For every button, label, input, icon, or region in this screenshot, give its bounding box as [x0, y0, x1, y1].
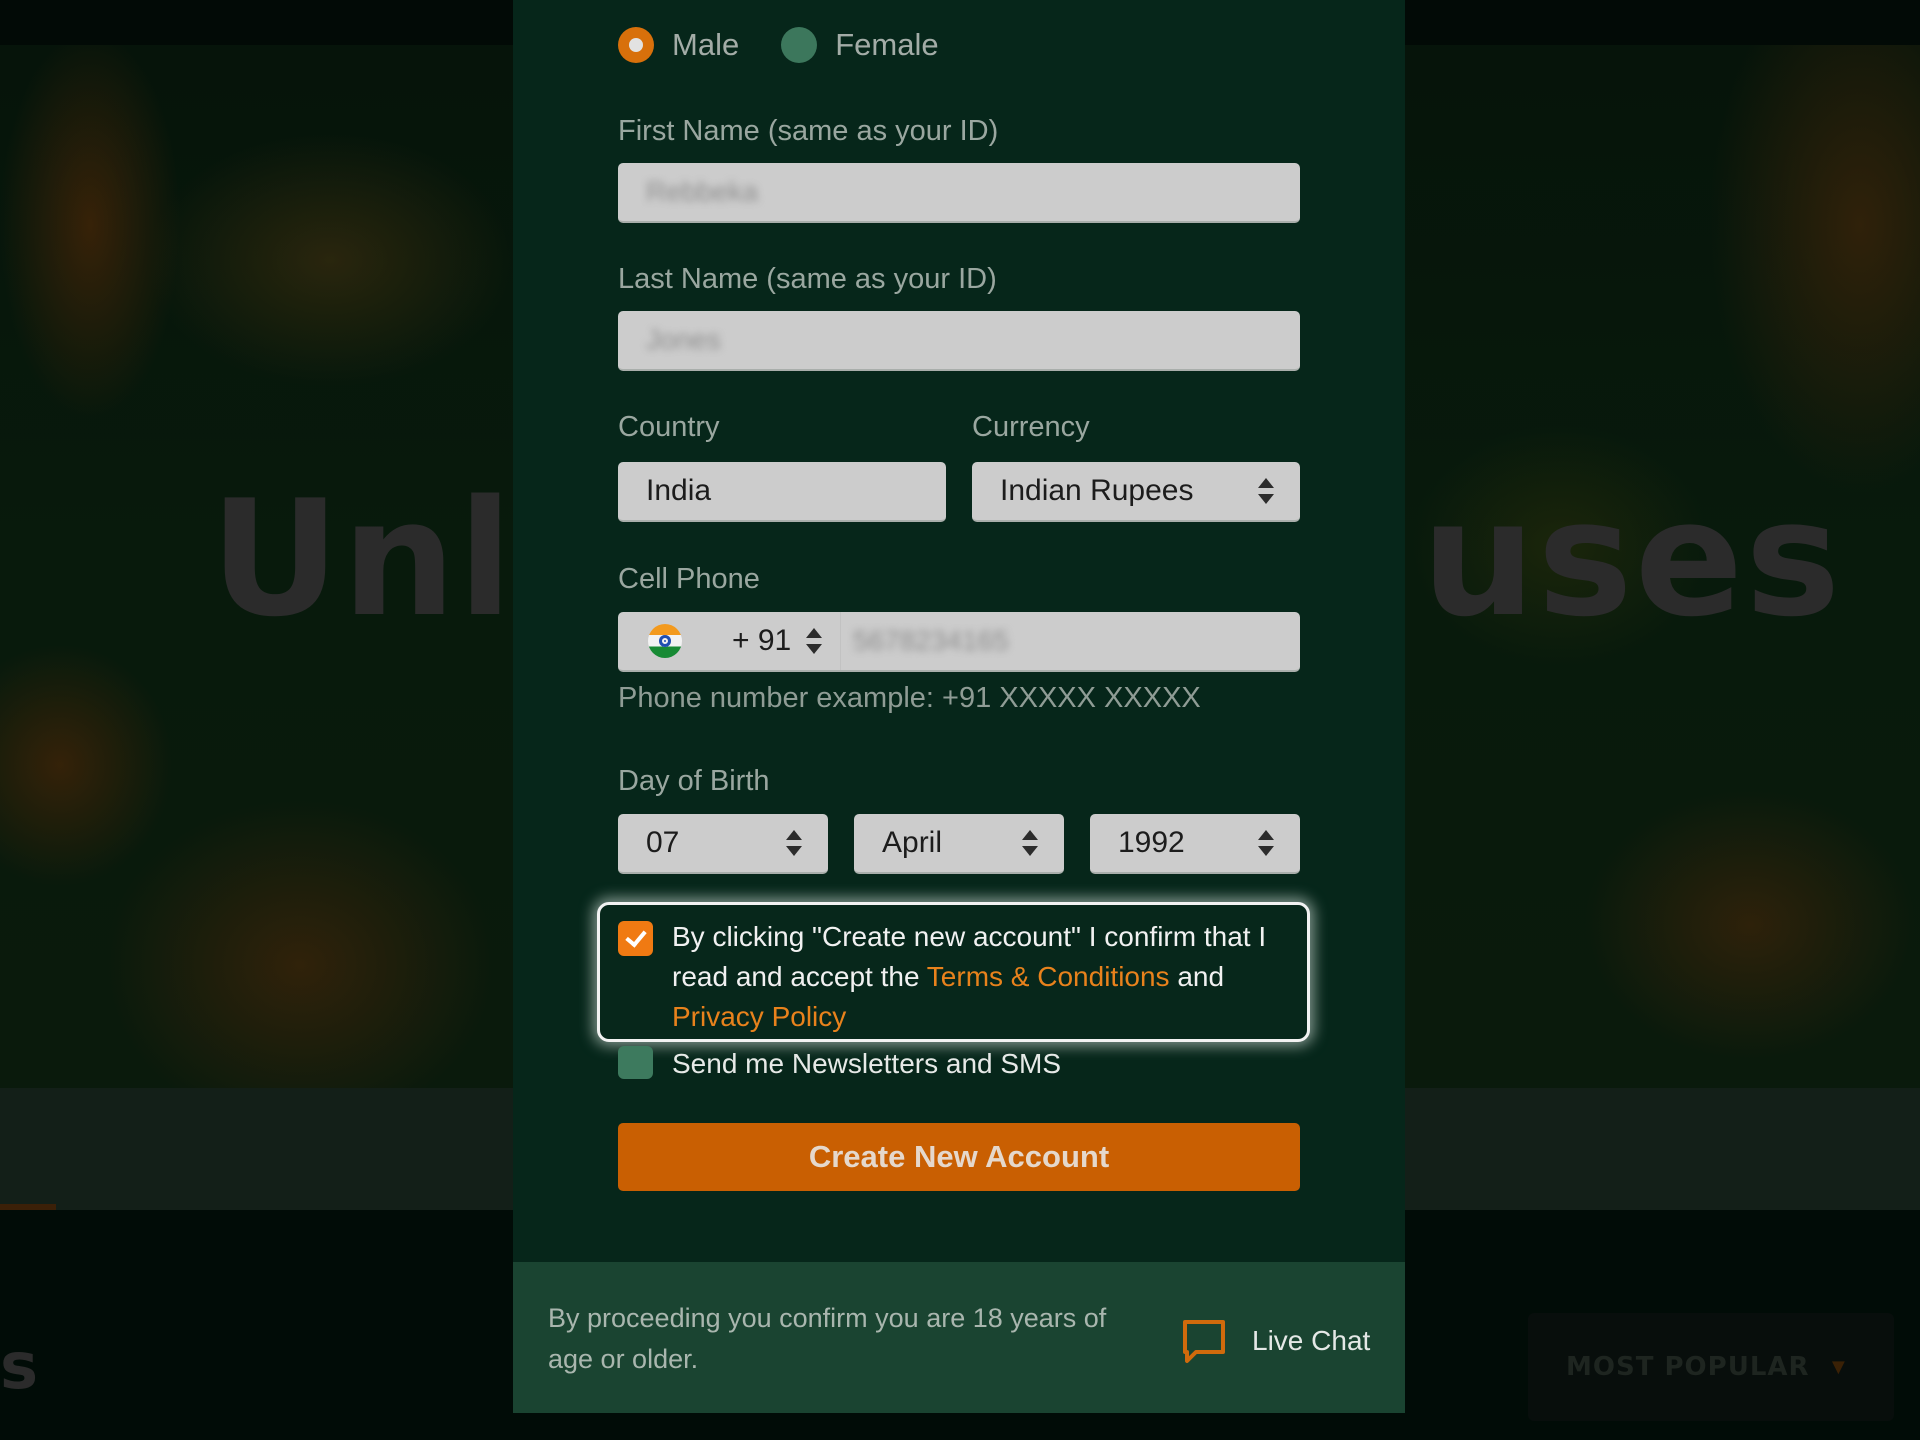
currency-select[interactable]: Indian Rupees: [972, 462, 1300, 522]
select-arrows-icon: [786, 830, 802, 856]
last-name-value: Jones: [646, 324, 721, 355]
country-code-select[interactable]: + 91: [618, 612, 840, 670]
live-chat-label: Live Chat: [1252, 1325, 1371, 1356]
gender-option-male[interactable]: Male: [618, 27, 739, 63]
phone-hint: Phone number example: +91 XXXXX XXXXX: [618, 682, 1201, 714]
birth-day-select[interactable]: 07: [618, 814, 828, 874]
chat-bubble-icon: [1183, 1320, 1225, 1363]
chevron-down-icon: ▼: [1827, 1354, 1850, 1379]
radio-male[interactable]: [618, 27, 654, 63]
newsletter-checkbox[interactable]: [618, 1046, 653, 1079]
background-sort-dropdown: MOST POPULAR ▼: [1528, 1313, 1894, 1421]
terms-consent-highlight: By clicking "Create new account" I confi…: [597, 902, 1310, 1042]
terms-text-middle: and: [1169, 961, 1225, 992]
select-arrows-icon: [1258, 478, 1274, 504]
birth-year-select[interactable]: 1992: [1090, 814, 1300, 874]
gender-radio-group: Male Female: [618, 27, 939, 63]
panel-footer: By proceeding you confirm you are 18 yea…: [513, 1262, 1405, 1413]
terms-consent-text: By clicking "Create new account" I confi…: [672, 917, 1302, 1037]
country-label: Country: [618, 411, 720, 443]
first-name-value: Rebbeka: [646, 176, 759, 207]
birth-year-value: 1992: [1118, 826, 1185, 859]
birth-day-value: 07: [646, 826, 680, 859]
registration-panel: Male Female First Name (same as your ID)…: [513, 0, 1405, 1413]
select-arrows-icon: [1258, 830, 1274, 856]
create-account-button[interactable]: Create New Account: [618, 1123, 1300, 1191]
terms-checkbox[interactable]: [618, 921, 653, 956]
privacy-policy-link[interactable]: Privacy Policy: [672, 1001, 846, 1032]
india-flag-icon: [648, 624, 682, 658]
birth-month-value: April: [882, 826, 943, 859]
sort-label: MOST POPULAR: [1566, 1352, 1810, 1382]
live-chat-button[interactable]: Live Chat: [1180, 1317, 1370, 1365]
phone-number-value: 5678234165: [853, 625, 1009, 656]
country-code-value: + 91: [732, 624, 792, 657]
radio-female-label: Female: [835, 27, 939, 62]
cell-phone-field: + 91 5678234165: [618, 612, 1300, 672]
newsletter-label: Send me Newsletters and SMS: [672, 1048, 1062, 1079]
gender-option-female[interactable]: Female: [781, 27, 939, 63]
age-confirmation-note: By proceeding you confirm you are 18 yea…: [548, 1303, 1107, 1374]
birth-label: Day of Birth: [618, 765, 770, 797]
currency-label: Currency: [972, 411, 1090, 443]
first-name-input[interactable]: Rebbeka: [618, 163, 1300, 223]
country-input[interactable]: India: [618, 462, 946, 522]
cell-phone-label: Cell Phone: [618, 563, 760, 595]
terms-conditions-link[interactable]: Terms & Conditions: [927, 961, 1170, 992]
select-arrows-icon: [1022, 830, 1038, 856]
last-name-input[interactable]: Jones: [618, 311, 1300, 371]
select-arrows-icon: [806, 628, 822, 654]
currency-value: Indian Rupees: [1000, 474, 1194, 507]
hero-title-right: uses: [1421, 465, 1843, 652]
birth-month-select[interactable]: April: [854, 814, 1064, 874]
last-name-label: Last Name (same as your ID): [618, 263, 997, 295]
radio-female[interactable]: [781, 27, 818, 63]
radio-male-label: Male: [672, 27, 740, 62]
background-section-title: s: [0, 1330, 39, 1404]
first-name-label: First Name (same as your ID): [618, 115, 999, 147]
phone-number-input[interactable]: 5678234165: [840, 612, 1300, 670]
country-value: India: [646, 474, 712, 507]
